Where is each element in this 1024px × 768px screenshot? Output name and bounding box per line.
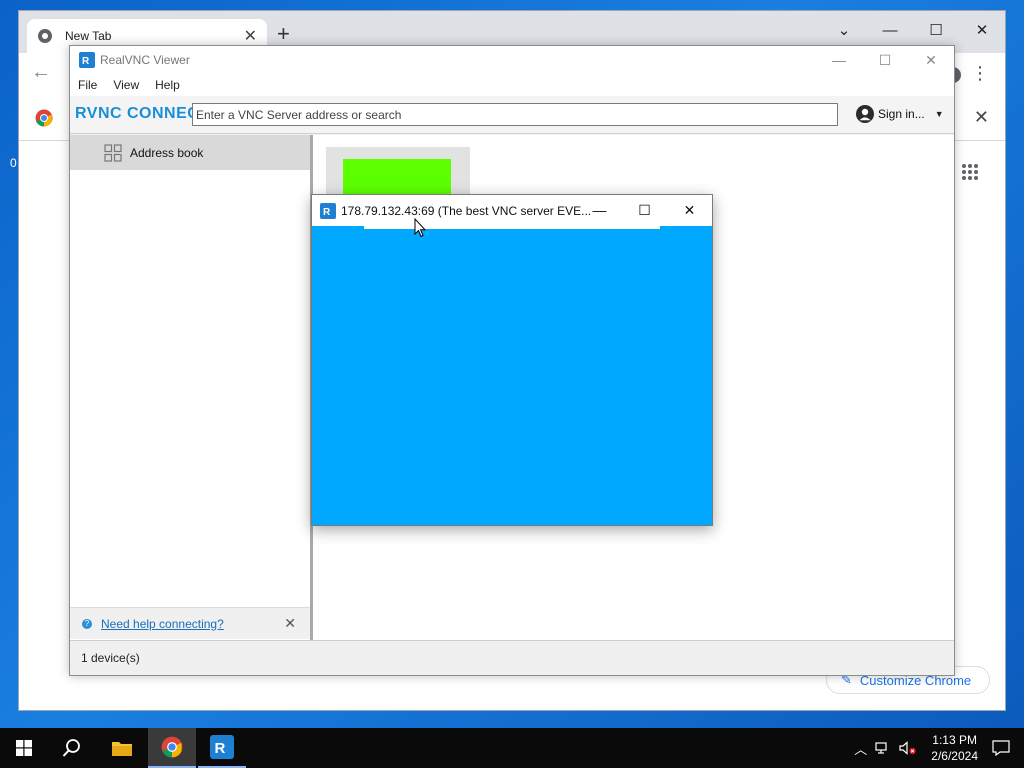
chrome-favicon-icon (38, 29, 52, 43)
minimize-icon[interactable]: — (577, 195, 622, 225)
file-explorer-button[interactable] (98, 728, 146, 768)
session-title-bar[interactable]: R 178.79.132.43:69 (The best VNC server … (312, 195, 712, 226)
maximize-icon[interactable]: ☐ (862, 46, 908, 74)
tab-search-icon[interactable]: ⌄ (821, 15, 867, 45)
vnc-window-controls: — ☐ ✕ (816, 46, 954, 74)
show-hidden-icons-icon[interactable]: ︿ (854, 739, 867, 758)
address-book-icon (104, 143, 122, 162)
chrome-menu-icon[interactable]: ⋮ (971, 63, 989, 84)
remote-desktop-view[interactable] (312, 226, 712, 525)
folder-icon (112, 742, 132, 756)
menu-file[interactable]: File (70, 78, 105, 92)
close-icon[interactable]: ✕ (959, 15, 1005, 45)
session-toolbar-handle[interactable] (364, 226, 660, 229)
menu-help[interactable]: Help (147, 78, 188, 92)
menu-view[interactable]: View (105, 78, 147, 92)
volume-muted-icon[interactable] (899, 741, 917, 755)
chrome-window-controls: ⌄ — ☐ ✕ (821, 15, 1005, 45)
minimize-icon[interactable]: — (816, 46, 862, 74)
chrome-logo-icon (35, 109, 53, 127)
svg-text:R: R (215, 740, 226, 757)
sign-in-button[interactable]: Sign in... ▼ (856, 105, 944, 123)
realvnc-logo-icon: R (79, 52, 95, 68)
sign-in-label: Sign in... (878, 107, 925, 121)
help-connecting-bar: ? Need help connecting? ✕ (70, 607, 310, 639)
vnc-title-bar[interactable]: R RealVNC Viewer — ☐ ✕ (70, 46, 954, 74)
realvnc-taskbar-button[interactable]: R (198, 728, 246, 768)
close-bar-icon[interactable]: ✕ (974, 107, 989, 128)
windows-logo-icon (16, 740, 32, 756)
svg-text:R: R (82, 56, 90, 67)
system-tray: ︿ 1:13 PM 2/6/2024 (854, 728, 1024, 768)
vnc-session-window: R 178.79.132.43:69 (The best VNC server … (311, 194, 713, 526)
mouse-cursor-icon (414, 218, 426, 238)
search-button[interactable] (48, 728, 96, 768)
maximize-icon[interactable]: ☐ (622, 195, 667, 225)
vnc-menu-bar: File View Help (70, 74, 954, 96)
session-title: 178.79.132.43:69 (The best VNC server EV… (341, 204, 592, 218)
status-bar: 1 device(s) (70, 640, 954, 675)
apps-grid-icon[interactable] (961, 163, 979, 181)
close-icon[interactable]: ✕ (908, 46, 954, 74)
session-window-controls: — ☐ ✕ (577, 195, 712, 225)
user-icon (856, 105, 874, 123)
notifications-icon[interactable] (992, 740, 1010, 756)
dismiss-help-icon[interactable]: ✕ (284, 615, 296, 632)
network-icon[interactable] (875, 741, 891, 755)
vnc-connect-logo: RVNC CONNECT (75, 105, 210, 122)
taskbar-clock[interactable]: 1:13 PM 2/6/2024 (931, 732, 978, 764)
chrome-logo-icon (161, 736, 183, 758)
desktop-fragment-text: 0 (10, 156, 17, 170)
clock-date: 2/6/2024 (931, 749, 978, 763)
realvnc-logo-icon: R (320, 203, 336, 219)
vnc-sidebar: Address book ? Need help connecting? ✕ (70, 135, 310, 640)
tab-title: New Tab (65, 29, 112, 43)
need-help-link[interactable]: Need help connecting? (101, 617, 224, 631)
close-tab-icon[interactable]: ✕ (244, 26, 257, 46)
help-icon: ? (82, 618, 92, 629)
chrome-taskbar-button[interactable] (148, 728, 196, 768)
caret-down-icon[interactable]: ▼ (935, 109, 944, 119)
svg-text:R: R (323, 207, 331, 218)
sidebar-item-address-book[interactable]: Address book (70, 135, 310, 170)
maximize-icon[interactable]: ☐ (913, 15, 959, 45)
realvnc-logo-icon: R (210, 735, 234, 759)
vnc-address-search-input[interactable] (192, 103, 838, 126)
search-icon (62, 739, 80, 757)
new-tab-button[interactable]: + (277, 23, 290, 45)
clock-time: 1:13 PM (932, 733, 977, 747)
sidebar-item-label: Address book (130, 145, 204, 160)
device-count: 1 device(s) (81, 651, 140, 665)
window-title: RealVNC Viewer (100, 53, 190, 67)
start-button[interactable] (0, 728, 48, 768)
close-icon[interactable]: ✕ (667, 195, 712, 225)
vnc-toolbar: RVNC CONNECT Sign in... ▼ (70, 96, 954, 134)
back-arrow-icon[interactable]: ← (31, 61, 51, 84)
minimize-icon[interactable]: — (867, 15, 913, 45)
taskbar: R ︿ 1:13 PM 2/6/2024 (0, 728, 1024, 768)
